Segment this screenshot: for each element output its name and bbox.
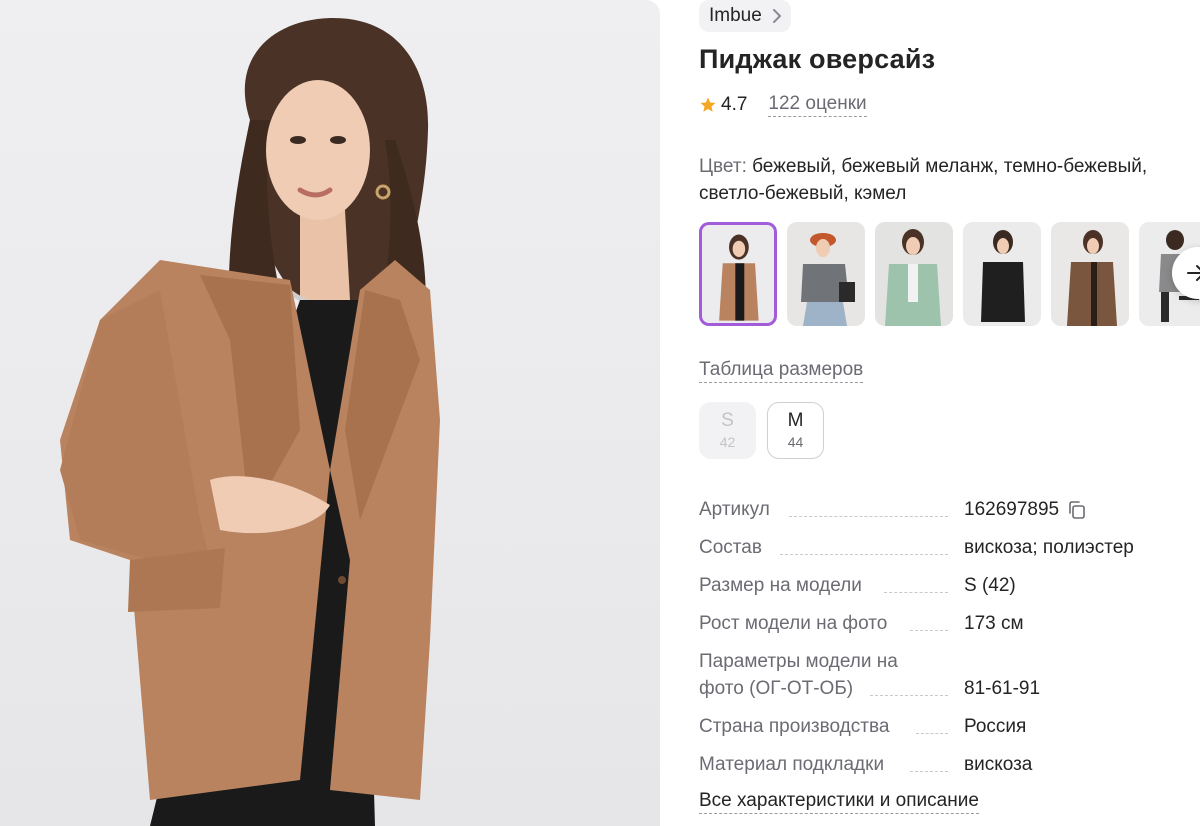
chevron-right-icon (772, 9, 781, 23)
article-number: 162697895 (964, 499, 1060, 520)
spec-leader (884, 592, 948, 593)
spec-row-model-params: Параметры модели на фото (ОГ-ОТ-ОБ) 81-6… (699, 648, 1189, 702)
size-label: S (721, 410, 734, 431)
spec-key-line1: Параметры модели на (699, 651, 898, 672)
spec-leader (910, 771, 948, 772)
product-main-photo[interactable] (0, 0, 660, 826)
spec-value: вискоза; полиэстер (964, 537, 1134, 558)
model-in-camel-blazer-image (60, 17, 440, 826)
spec-key: Состав (699, 537, 762, 558)
color-thumbnails (699, 222, 1200, 326)
thumbnail-camel-blazer[interactable] (699, 222, 777, 326)
spec-value: Россия (964, 716, 1027, 737)
spec-value: 173 см (964, 613, 1024, 634)
spec-key: Рост модели на фото (699, 613, 888, 634)
copy-icon[interactable] (1067, 500, 1087, 520)
spec-leader (870, 695, 948, 696)
thumbnail-image (875, 222, 953, 326)
size-ru-label: 44 (787, 434, 804, 450)
spec-leader (910, 630, 948, 631)
star-icon (700, 97, 716, 112)
arrow-right-icon (1187, 265, 1200, 281)
thumbnail-image (1051, 222, 1129, 326)
thumbnail-image (787, 222, 865, 326)
brand-link[interactable]: Imbue (699, 0, 791, 32)
all-specs-link[interactable]: Все характеристики и описание (699, 790, 979, 814)
reviews-link[interactable]: 122 оценки (768, 93, 867, 117)
thumbnail-black-blazer[interactable] (963, 222, 1041, 326)
spec-key-line2: фото (ОГ-ОТ-ОБ) (699, 678, 854, 699)
spec-leader (789, 516, 948, 517)
spec-key: Материал подкладки (699, 754, 885, 775)
rating-score: 4.7 (721, 94, 748, 115)
thumbnail-image (703, 227, 773, 321)
size-option-m[interactable]: M 44 (767, 402, 824, 459)
size-selector: S 42 M 44 (699, 402, 824, 459)
spec-leader (916, 733, 948, 734)
color-label: Цвет: (699, 156, 747, 177)
thumbnail-brown-check-blazer[interactable] (1051, 222, 1129, 326)
spec-leader (780, 554, 948, 555)
spec-value: 162697895 (964, 496, 1087, 523)
spec-key: Страна производства (699, 716, 890, 737)
brand-name: Imbue (709, 5, 762, 26)
spec-key: Размер на модели (699, 575, 862, 596)
size-table-link[interactable]: Таблица размеров (699, 359, 864, 383)
size-ru-label: 42 (719, 434, 736, 450)
thumbnail-image (963, 222, 1041, 326)
size-label: M (787, 410, 804, 431)
spec-value: S (42) (964, 575, 1016, 596)
spec-value: 81-61-91 (964, 678, 1041, 699)
spec-value: вискоза (964, 754, 1033, 775)
product-title: Пиджак оверсайз (699, 44, 936, 74)
thumbnail-grey-blazer-cap[interactable] (787, 222, 865, 326)
color-info: Цвет: бежевый, бежевый меланж, темно-беж… (699, 153, 1189, 207)
spec-key: Артикул (699, 499, 770, 520)
product-rating: 4.7 122 оценки (699, 93, 867, 117)
thumbnail-mint-blazer[interactable] (875, 222, 953, 326)
color-value: бежевый, бежевый меланж, темно-бежевый, … (699, 156, 1148, 204)
size-option-s[interactable]: S 42 (699, 402, 756, 459)
